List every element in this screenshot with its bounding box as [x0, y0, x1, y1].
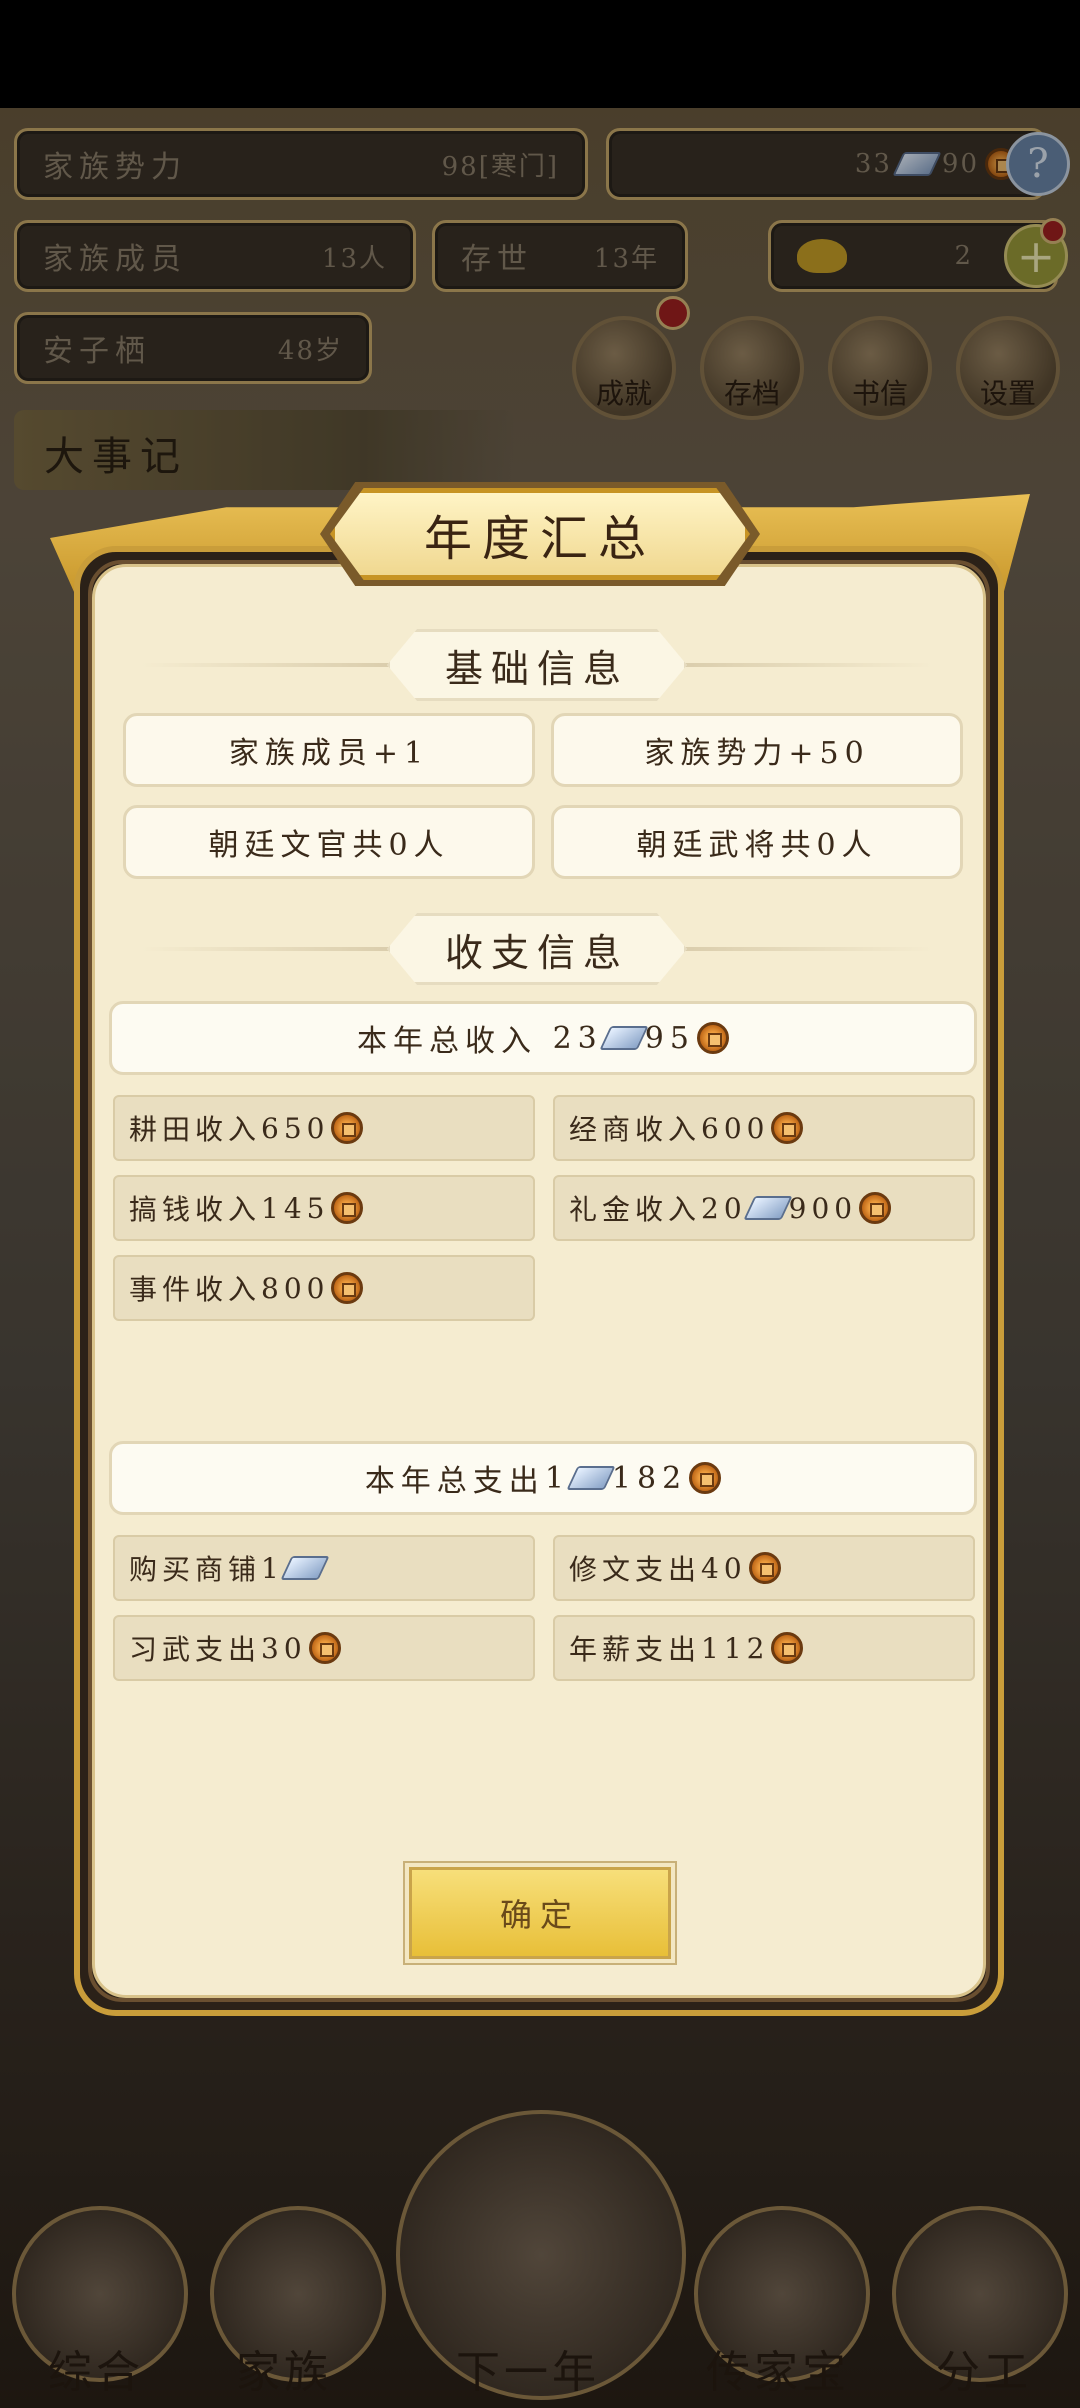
income-farming: 耕田收入 650 [113, 1095, 535, 1161]
copper-coin-icon [748, 1552, 781, 1584]
income-total-silver: 23 [552, 1020, 603, 1056]
expense-buy-shop-label: 购买商铺 [129, 1553, 262, 1586]
silver-ingot-icon [599, 1026, 649, 1050]
bottom-nav: 综合 家族 下一年 传家宝 分工 [0, 2110, 1080, 2408]
expense-salary-copper: 112 [701, 1631, 770, 1665]
expense-study: 修文支出 40 [553, 1535, 975, 1601]
copper-coin-icon [696, 1022, 729, 1054]
expense-total-silver: 1 [544, 1460, 570, 1496]
title-plate: 年度汇总 [330, 488, 750, 580]
annual-summary-dialog: 基础信息 家族成员+1 家族势力+50 朝廷文官共0人 朝廷武将共0人 收支信息… [44, 482, 1036, 2028]
income-gifts-silver: 20 [701, 1191, 747, 1225]
silver-ingot-icon [743, 1196, 793, 1220]
silver-ingot-icon [566, 1466, 616, 1490]
basic-info-family-power: 家族势力+50 [551, 713, 963, 787]
income-gifts-copper: 900 [788, 1191, 858, 1225]
basic-info-header: 基础信息 [141, 629, 933, 701]
basic-info-civil-officials: 朝廷文官共0人 [123, 805, 535, 879]
copper-coin-icon [771, 1632, 804, 1664]
basic-info-military-generals: 朝廷武将共0人 [551, 805, 963, 879]
copper-coin-icon [331, 1112, 364, 1144]
expense-buy-shop: 购买商铺 1 [113, 1535, 535, 1601]
finance-info-header: 收支信息 [141, 913, 933, 985]
income-total-row: 本年总收入 23 95 [109, 1001, 977, 1075]
income-gifts: 礼金收入 20 900 [553, 1175, 975, 1241]
income-money-making-copper: 145 [261, 1191, 330, 1225]
income-gifts-label: 礼金收入 [569, 1193, 702, 1226]
income-events-copper: 800 [261, 1271, 330, 1305]
copper-coin-icon [689, 1462, 722, 1494]
confirm-button[interactable]: 确定 [409, 1867, 671, 1959]
silver-ingot-icon [280, 1556, 330, 1580]
nav-summary-label: 综合 [48, 2347, 144, 2398]
expense-buy-shop-silver: 1 [261, 1551, 284, 1585]
expense-martial-copper: 30 [261, 1631, 307, 1665]
income-trade-copper: 600 [701, 1111, 770, 1145]
nav-heirloom-label: 传家宝 [706, 2347, 850, 2398]
income-total-copper: 95 [644, 1020, 695, 1056]
copper-coin-icon [771, 1112, 804, 1144]
expense-martial: 习武支出 30 [113, 1615, 535, 1681]
income-farming-copper: 650 [261, 1111, 330, 1145]
income-trade: 经商收入 600 [553, 1095, 975, 1161]
status-bar [0, 0, 1080, 108]
copper-coin-icon [331, 1272, 364, 1304]
income-total-label: 本年总收入 [357, 1024, 538, 1059]
nav-assign-label: 分工 [936, 2347, 1032, 2398]
income-farming-label: 耕田收入 [129, 1113, 262, 1146]
income-money-making: 搞钱收入 145 [113, 1175, 535, 1241]
expense-total-label: 本年总支出 [364, 1464, 545, 1499]
basic-info-title: 基础信息 [387, 629, 687, 701]
expense-martial-label: 习武支出 [129, 1633, 262, 1666]
finance-info-title: 收支信息 [387, 913, 687, 985]
income-money-making-label: 搞钱收入 [129, 1193, 262, 1226]
nav-next-year-label: 下一年 [456, 2347, 600, 2398]
expense-salary-label: 年薪支出 [569, 1633, 702, 1666]
dialog-body: 基础信息 家族成员+1 家族势力+50 朝廷文官共0人 朝廷武将共0人 收支信息… [92, 564, 986, 1998]
income-trade-label: 经商收入 [569, 1113, 702, 1146]
expense-study-label: 修文支出 [569, 1553, 702, 1586]
expense-total-row: 本年总支出 1 182 [109, 1441, 977, 1515]
copper-coin-icon [331, 1192, 364, 1224]
basic-info-family-members: 家族成员+1 [123, 713, 535, 787]
expense-salary: 年薪支出 112 [553, 1615, 975, 1681]
dialog-title: 年度汇总 [423, 511, 656, 567]
copper-coin-icon [859, 1192, 892, 1224]
income-events: 事件收入 800 [113, 1255, 535, 1321]
copper-coin-icon [308, 1632, 341, 1664]
nav-family-label: 家族 [236, 2347, 332, 2398]
expense-study-copper: 40 [701, 1551, 747, 1585]
income-events-label: 事件收入 [129, 1273, 262, 1306]
expense-total-copper: 182 [611, 1460, 688, 1496]
